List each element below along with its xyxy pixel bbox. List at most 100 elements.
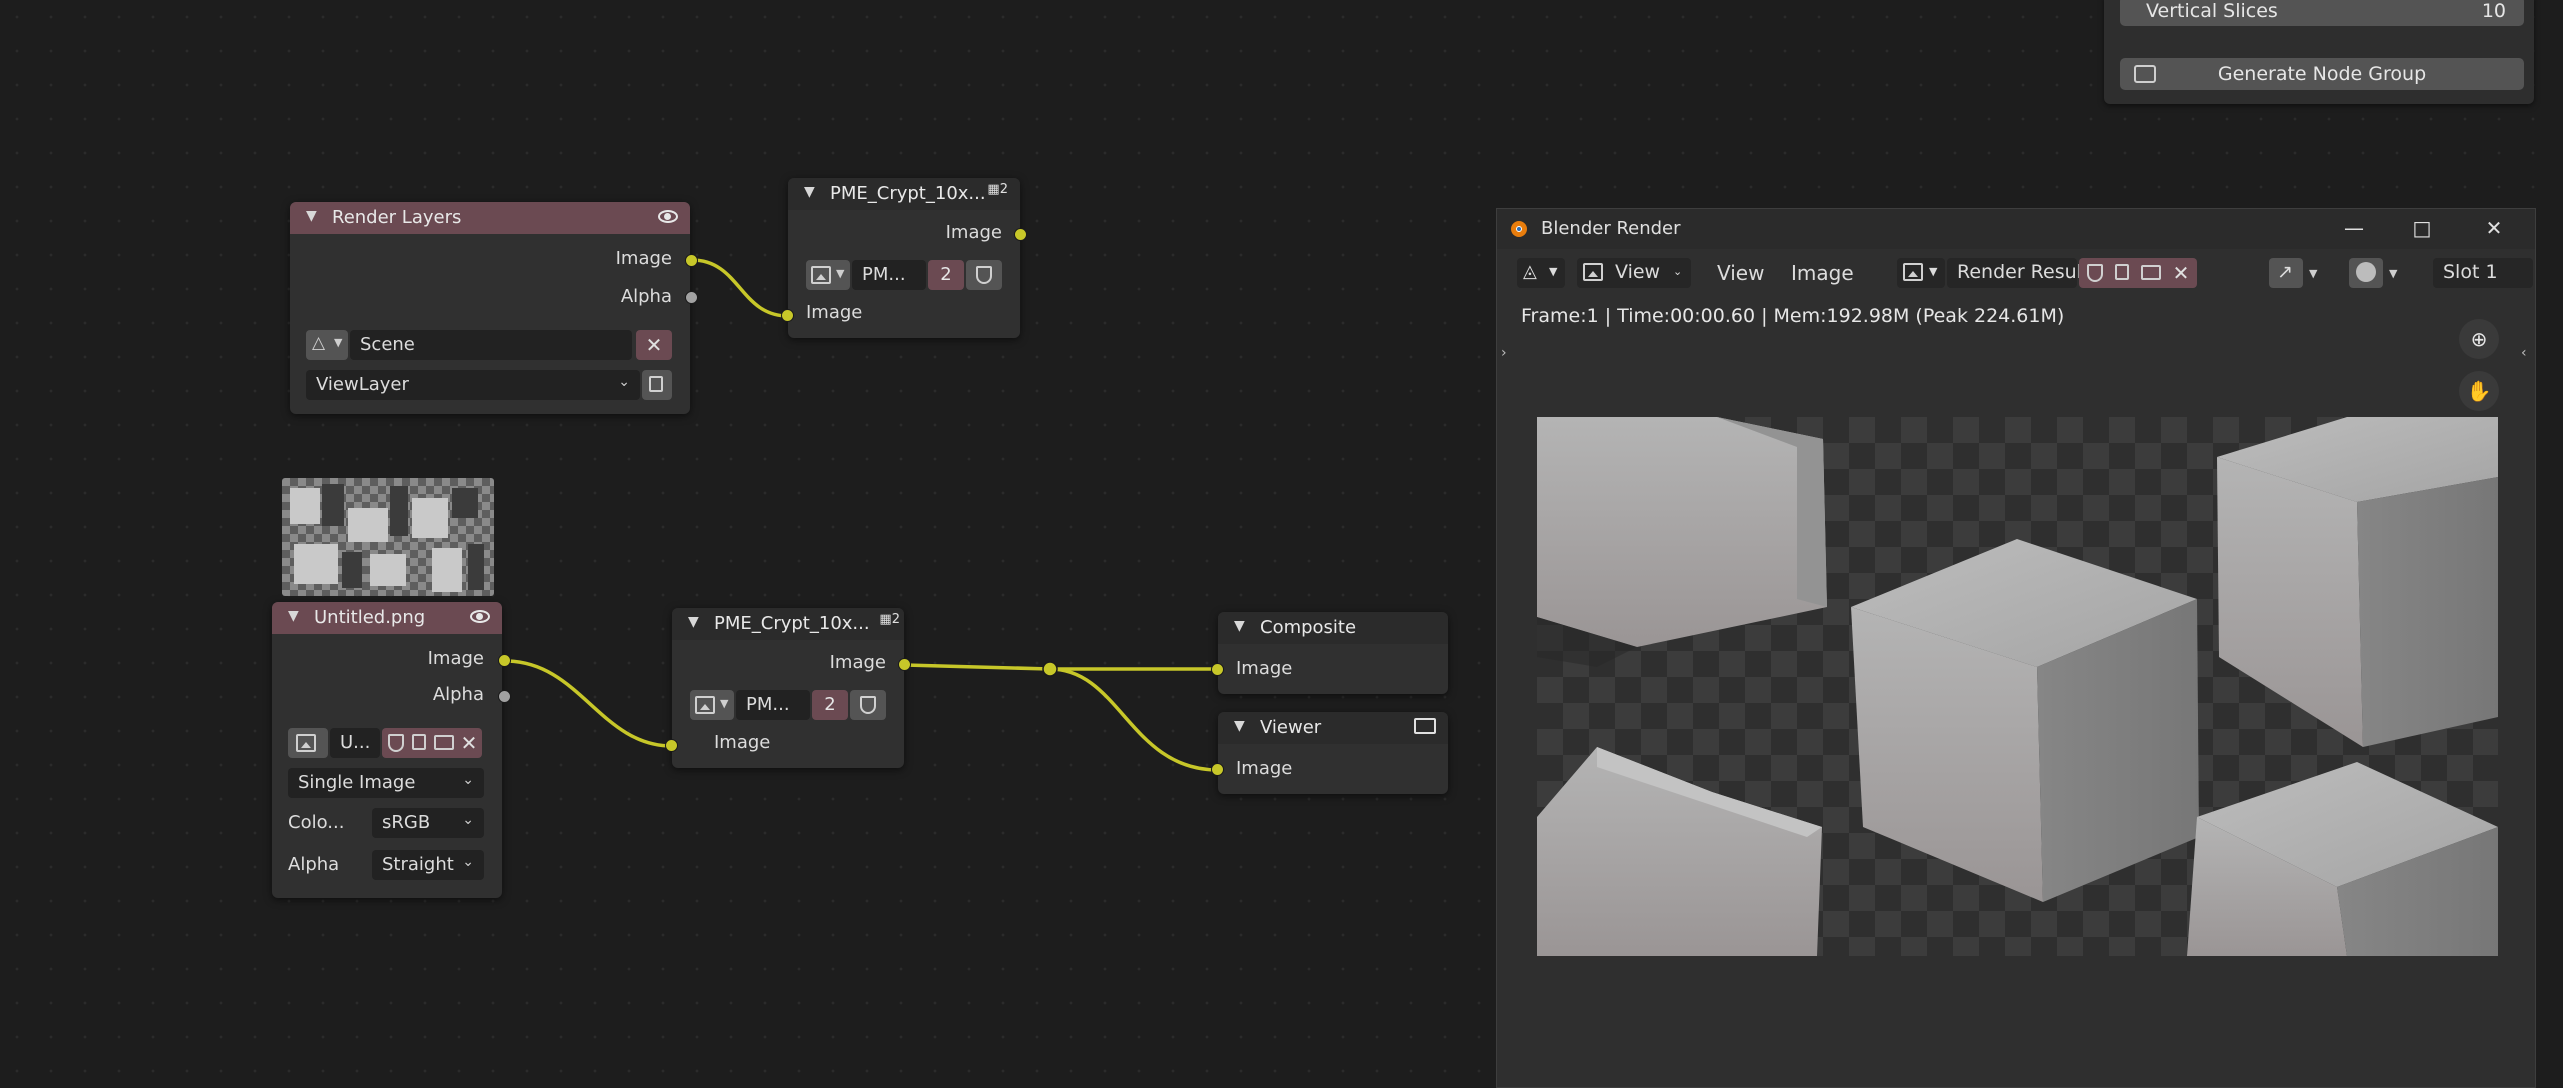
crypt-group-node-top[interactable]: ▼ PME_Crypt_10x... ▦2 Image ▼ PM... 2 Im… [788, 178, 1020, 338]
sidebar-toggle-right-icon[interactable]: ‹ [2521, 345, 2527, 361]
socket-input-image[interactable] [665, 739, 678, 752]
zoom-icon[interactable]: ⊕ [2459, 319, 2499, 359]
socket-output-image[interactable] [1014, 228, 1027, 241]
display-channels-button[interactable] [2349, 258, 2383, 288]
input-label-image: Image [1236, 758, 1293, 779]
render-stats: Frame:1 | Time:00:00.60 | Mem:192.98M (P… [1521, 305, 2065, 327]
shield-icon[interactable] [388, 734, 404, 752]
reroute-dot [1042, 661, 1058, 677]
socket-output-image[interactable] [898, 658, 911, 671]
viewer-node[interactable]: ▼ Viewer Image [1218, 712, 1448, 794]
alpha-mode-select[interactable]: Straight ⌄ [372, 850, 484, 880]
shield-icon[interactable] [2087, 264, 2103, 282]
socket-output-image[interactable] [498, 654, 511, 667]
node-tree-users-count[interactable]: 2 [928, 260, 964, 290]
render-result-image [1537, 417, 2498, 956]
slot-select[interactable]: Slot 1 [2433, 258, 2533, 288]
scene-browse-button[interactable]: △ ▼ [306, 330, 348, 360]
render-layers-node[interactable]: ▼ Render Layers Image Alpha △ ▼ Scene ✕ … [290, 202, 690, 414]
socket-output-alpha[interactable] [498, 690, 511, 703]
chevron-down-icon: ⌄ [462, 854, 474, 870]
render-scene-drawing [1537, 417, 2498, 956]
output-label-image: Image [615, 248, 672, 269]
node-header[interactable]: ▼ PME_Crypt_10x... ▦2 [672, 608, 904, 640]
close-icon[interactable]: ✕ [2481, 215, 2507, 241]
fake-user-button[interactable] [966, 260, 1002, 290]
node-header[interactable]: ▼ Viewer [1218, 712, 1448, 744]
slot-label: Slot 1 [2443, 261, 2498, 283]
view-mode-select[interactable]: View ⌄ [1577, 258, 1691, 288]
node-header[interactable]: ▼ PME_Crypt_10x... ▦2 [788, 178, 1020, 210]
render-window: Blender Render — □ ✕ ◬ ▼ View ⌄ View Ima… [1496, 208, 2536, 1088]
chevron-down-icon[interactable]: ▼ [804, 184, 815, 200]
close-icon[interactable]: ✕ [458, 728, 480, 758]
node-header[interactable]: ▼ Untitled.png [272, 602, 502, 634]
node-tree-name-field[interactable]: PM... [736, 690, 810, 720]
chevron-down-icon[interactable]: ▼ [1234, 618, 1245, 634]
chevron-down-icon: ▼ [720, 697, 729, 710]
scene-field[interactable]: Scene [350, 330, 632, 360]
vertical-slices-field[interactable]: Vertical Slices 10 [2120, 0, 2524, 26]
menu-view[interactable]: View [1717, 261, 1764, 285]
socket-output-alpha[interactable] [685, 291, 698, 304]
image-source-select[interactable]: Single Image ⌄ [288, 768, 484, 798]
sample-tool-button[interactable]: ↗ [2269, 258, 2303, 288]
node-tree-browse-button[interactable]: ▼ [806, 260, 850, 290]
window-title: Blender Render [1541, 218, 1681, 239]
socket-input-image[interactable] [1211, 763, 1224, 776]
menu-image[interactable]: Image [1791, 261, 1854, 285]
color-space-label: Colo... [288, 812, 345, 833]
chevron-down-icon[interactable]: ▼ [2389, 267, 2397, 280]
pan-hand-icon[interactable]: ✋ [2459, 371, 2499, 411]
image-browse-button[interactable]: ▼ [1897, 258, 1945, 288]
chevron-down-icon[interactable]: ▼ [2309, 267, 2317, 280]
chevron-down-icon[interactable]: ▼ [306, 208, 317, 224]
image-icon [1903, 263, 1923, 281]
node-tree-users-count[interactable]: 2 [812, 690, 848, 720]
output-label-alpha: Alpha [620, 286, 672, 307]
open-folder-icon[interactable] [434, 735, 454, 750]
chevron-down-icon: ⌄ [462, 812, 474, 828]
duplicate-icon[interactable] [2115, 264, 2129, 280]
eye-icon[interactable] [658, 210, 678, 223]
scene-unlink-button[interactable]: ✕ [636, 330, 672, 360]
open-folder-icon[interactable] [2141, 265, 2161, 280]
chevron-down-icon[interactable]: ▼ [288, 608, 299, 624]
node-header[interactable]: ▼ Render Layers [290, 202, 690, 234]
node-title: PME_Crypt_10x... [830, 183, 986, 204]
color-space-select[interactable]: sRGB ⌄ [372, 808, 484, 838]
close-icon[interactable]: ✕ [2169, 258, 2193, 288]
node-tree-browse-button[interactable]: ▼ [690, 690, 734, 720]
sidebar-toggle-left-icon[interactable]: › [1501, 345, 1507, 361]
image-name-field[interactable]: Render Result [1947, 258, 2089, 288]
duplicate-icon[interactable] [412, 734, 426, 750]
eye-icon[interactable] [470, 610, 490, 623]
monitor-icon[interactable] [1414, 718, 1436, 734]
shield-icon [976, 266, 992, 284]
node-title: Composite [1260, 617, 1357, 638]
minimize-icon[interactable]: — [2341, 215, 2367, 241]
image-node[interactable]: ▼ Untitled.png Image Alpha U... ✕ Single… [272, 602, 502, 898]
render-layer-button[interactable] [642, 370, 672, 400]
node-tree-name-field[interactable]: PM... [852, 260, 926, 290]
crypt-group-node-bottom[interactable]: ▼ PME_Crypt_10x... ▦2 Image ▼ PM... 2 Im… [672, 608, 904, 768]
socket-output-image[interactable] [685, 254, 698, 267]
node-tree-icon [695, 696, 715, 714]
maximize-icon[interactable]: □ [2409, 215, 2435, 241]
view-layer-select[interactable]: ViewLayer ⌄ [306, 370, 640, 400]
node-tree-name: PM... [746, 694, 790, 715]
node-header[interactable]: ▼ Composite [1218, 612, 1448, 644]
socket-input-image[interactable] [1211, 663, 1224, 676]
generate-node-group-button[interactable]: Generate Node Group [2120, 58, 2524, 90]
image-browse-button[interactable] [288, 728, 328, 758]
input-label-image: Image [806, 302, 863, 323]
fake-user-button[interactable] [850, 690, 886, 720]
image-name-field[interactable]: U... [330, 728, 380, 758]
editor-type-button[interactable]: ◬ ▼ [1517, 258, 1565, 288]
chevron-down-icon: ▼ [836, 267, 845, 280]
chevron-down-icon[interactable]: ▼ [1234, 718, 1245, 734]
socket-input-image[interactable] [781, 309, 794, 322]
chevron-down-icon[interactable]: ▼ [688, 614, 699, 630]
composite-node[interactable]: ▼ Composite Image [1218, 612, 1448, 694]
output-label-image: Image [945, 222, 1002, 243]
